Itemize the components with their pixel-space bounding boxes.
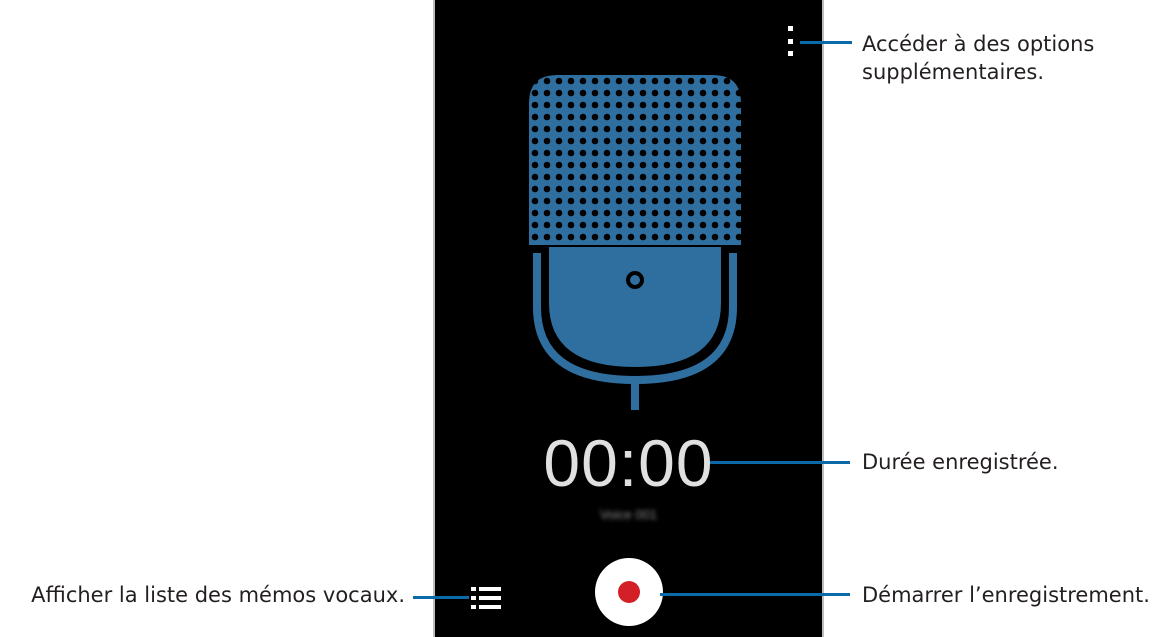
record-button[interactable] xyxy=(595,558,663,626)
microphone-icon xyxy=(529,75,741,410)
voice-recorder-screen: 00:00 Voice 001 xyxy=(433,0,824,637)
callout-recorded-duration: Durée enregistrée. xyxy=(862,450,1059,474)
record-icon xyxy=(618,581,640,603)
callout-voice-memo-list: Afficher la liste des mémos vocaux. xyxy=(31,583,405,607)
callout-more-options: Accéder à des options supplémentaires. xyxy=(862,32,1095,84)
recording-name: Voice 001 xyxy=(599,507,658,522)
leader-line-more-options xyxy=(800,41,852,44)
more-vertical-icon xyxy=(787,26,793,31)
more-options-button[interactable] xyxy=(781,26,799,56)
leader-line-duration xyxy=(710,461,850,464)
list-icon[interactable] xyxy=(471,585,503,611)
leader-line-list xyxy=(413,596,469,599)
leader-line-record xyxy=(660,593,850,596)
callout-start-recording: Démarrer l’enregistrement. xyxy=(862,583,1150,607)
